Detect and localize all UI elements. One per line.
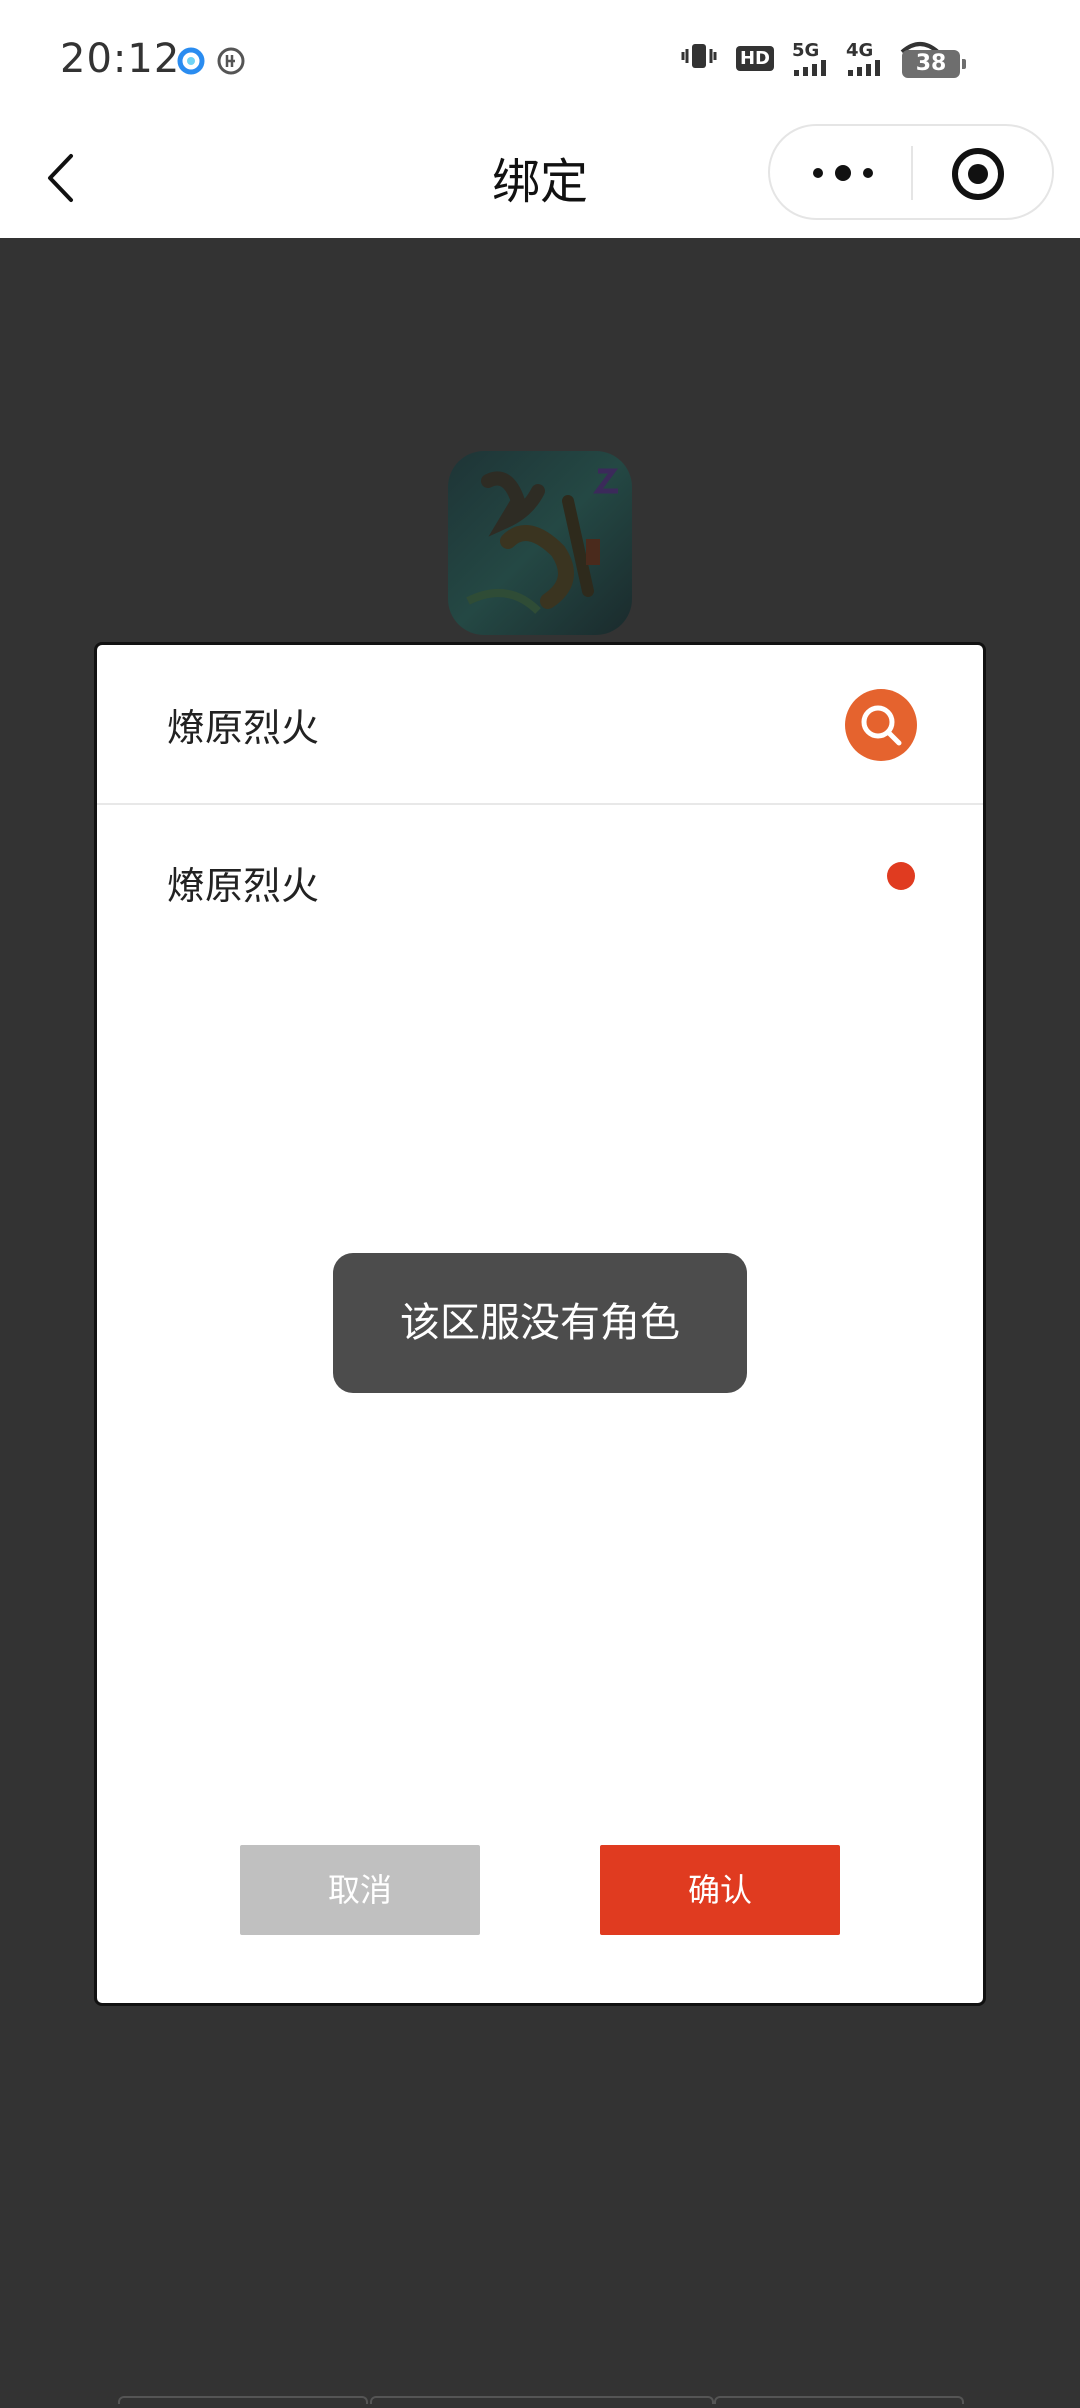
mini-program-capsule	[768, 124, 1054, 220]
signal-5g-icon: 5G	[792, 39, 828, 76]
status-icons: HD 5G 4G	[680, 40, 940, 77]
target-close-icon	[952, 148, 1004, 200]
battery-icon: 38	[902, 50, 966, 78]
status-bar: 20:12 HD 5G 4G 38	[0, 0, 1080, 120]
selected-server-name: 燎原烈火	[167, 706, 320, 750]
bottom-bar-segment	[714, 2396, 964, 2404]
more-button[interactable]	[808, 152, 878, 194]
toast-message: 该区服没有角色	[333, 1253, 747, 1393]
signal-4g-icon: 4G	[846, 39, 882, 76]
cancel-button[interactable]: 取消	[240, 1845, 480, 1935]
more-dots-icon	[813, 165, 873, 181]
bottom-bar-segment	[370, 2396, 714, 2404]
search-button[interactable]	[845, 689, 917, 761]
list-item[interactable]: 燎原烈火	[97, 805, 983, 945]
signal-5g-label: 5G	[792, 39, 820, 61]
dialog-header: 燎原烈火	[97, 645, 983, 805]
bottom-bar-segment	[118, 2396, 368, 2404]
vibrate-icon	[680, 41, 718, 76]
hd-label: HD	[735, 46, 774, 71]
page: 20:12 HD 5G 4G 38 绑定 燎原烈火 燎原烈火 取消 确认 该区服…	[0, 0, 1080, 2408]
search-icon	[861, 705, 902, 746]
hd-icon: HD	[735, 46, 774, 71]
status-time: 20:12	[60, 36, 181, 82]
qq-browser-icon	[176, 46, 206, 76]
close-mini-program-button[interactable]	[950, 146, 1006, 202]
app-notification-icon	[216, 46, 246, 76]
confirm-button[interactable]: 确认	[600, 1845, 840, 1935]
selected-indicator-dot	[887, 862, 915, 890]
game-logo-icon	[448, 451, 632, 635]
nav-bar: 绑定	[0, 120, 1080, 238]
list-item-label: 燎原烈火	[167, 864, 320, 908]
signal-4g-label: 4G	[846, 39, 874, 61]
capsule-divider	[911, 146, 913, 200]
